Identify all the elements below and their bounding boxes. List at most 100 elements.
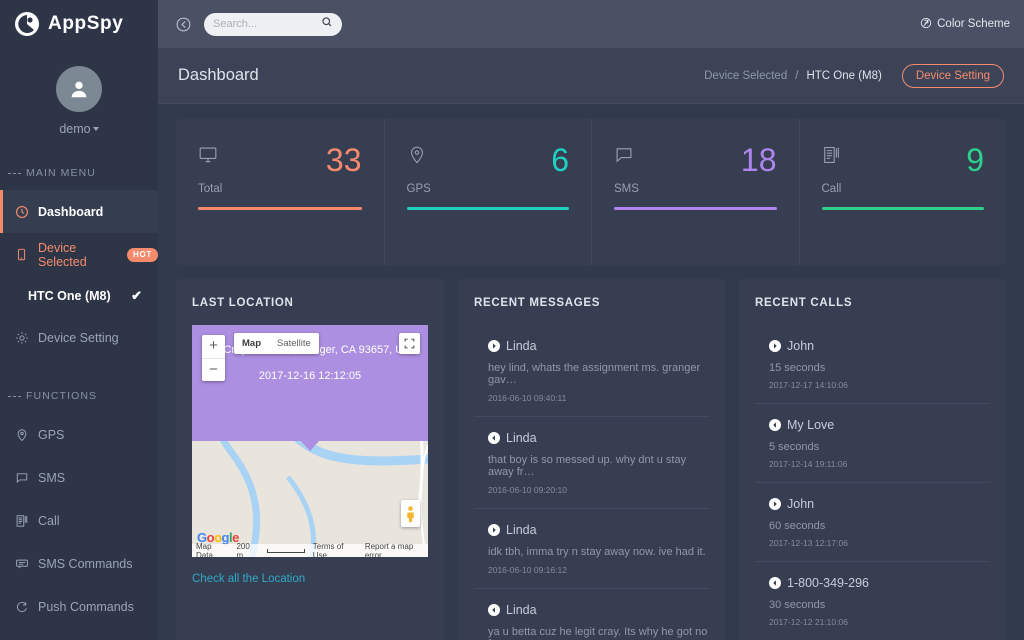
breadcrumb-current: HTC One (M8) xyxy=(806,70,881,82)
sidebar-item-push-commands[interactable]: Push Commands xyxy=(0,585,158,628)
call-row[interactable]: My Love 5 seconds 2017-12-14 19:11:06 xyxy=(755,404,990,483)
stat-gps-bar xyxy=(407,207,570,210)
call-contact: 1-800-349-296 xyxy=(787,576,869,590)
call-row[interactable]: John 15 seconds 2017-12-17 14:10:06 xyxy=(755,325,990,404)
message-row[interactable]: Linda idk tbh, imma try n stay away now.… xyxy=(474,509,709,589)
stat-sms: 18 SMS xyxy=(591,119,799,265)
map-type-map-button[interactable]: Map xyxy=(234,333,269,354)
map-scale-label: 200 m xyxy=(236,542,257,558)
map-canvas[interactable]: + − Map Satellite xyxy=(192,325,428,557)
chat-bubble-icon xyxy=(14,470,29,485)
arrow-outgoing-icon xyxy=(769,498,781,510)
topbar: Color Scheme xyxy=(158,0,1024,48)
arrow-incoming-icon xyxy=(769,577,781,589)
call-contact: John xyxy=(787,497,814,511)
message-text: hey lind, whats the assignment ms. grang… xyxy=(488,362,709,386)
sidebar-item-sms-label: SMS xyxy=(38,471,65,485)
appspy-logo-icon xyxy=(14,11,40,37)
color-scheme-button[interactable]: Color Scheme xyxy=(920,17,1010,32)
sidebar-item-gps[interactable]: GPS xyxy=(0,413,158,456)
main-region: Color Scheme Dashboard Device Selected /… xyxy=(158,0,1024,640)
map-report-link[interactable]: Report a map error xyxy=(365,542,428,558)
push-command-icon xyxy=(14,599,29,614)
collapse-left-icon[interactable] xyxy=(172,13,194,35)
street-view-pegman-icon[interactable] xyxy=(401,500,420,527)
map-terms-link[interactable]: Terms of Use xyxy=(313,542,357,558)
map-zoom-controls[interactable]: + − xyxy=(202,335,225,381)
arrow-incoming-icon xyxy=(488,604,500,616)
profile-name-dropdown[interactable]: demo xyxy=(0,122,158,136)
message-text: that boy is so messed up. why dnt u stay… xyxy=(488,454,709,478)
call-contact: John xyxy=(787,339,814,353)
sidebar-item-htc-one-m8[interactable]: HTC One (M8) ✔ xyxy=(0,276,158,316)
breadcrumb-separator: / xyxy=(795,70,798,82)
stat-call-bar xyxy=(822,207,985,210)
breadcrumb: Device Selected / HTC One (M8) Device Se… xyxy=(704,64,1004,88)
stat-gps-value: 6 xyxy=(551,145,569,175)
sidebar-item-gps-label: GPS xyxy=(38,428,64,442)
message-sender: Linda xyxy=(506,603,537,617)
panel-last-location-title: LAST LOCATION xyxy=(192,297,428,309)
sidebar-item-push-commands-label: Push Commands xyxy=(38,600,134,614)
sidebar-item-device-selected[interactable]: Device Selected HOT › xyxy=(0,233,158,276)
panel-recent-calls-title: RECENT CALLS xyxy=(755,297,990,309)
sidebar-item-sms[interactable]: SMS xyxy=(0,456,158,499)
message-row[interactable]: Linda hey lind, whats the assignment ms.… xyxy=(474,325,709,417)
search-box[interactable] xyxy=(204,13,342,36)
call-contact: My Love xyxy=(787,418,834,432)
fullscreen-icon[interactable] xyxy=(399,333,420,354)
check-icon: ✔ xyxy=(131,288,142,304)
sms-command-icon xyxy=(14,556,29,571)
message-row[interactable]: Linda that boy is so messed up. why dnt … xyxy=(474,417,709,509)
gear-icon xyxy=(14,330,29,345)
sidebar-item-device-setting-label: Device Setting xyxy=(38,331,119,345)
avatar[interactable] xyxy=(56,66,102,112)
stat-sms-label: SMS xyxy=(614,183,777,195)
brand[interactable]: AppSpy xyxy=(0,0,158,48)
panel-recent-messages: RECENT MESSAGES Linda hey lind, whats th… xyxy=(458,279,725,640)
stat-call-label: Call xyxy=(822,183,985,195)
sidebar-item-sms-commands-label: SMS Commands xyxy=(38,557,132,571)
sidebar-item-call[interactable]: Call xyxy=(0,499,158,542)
sidebar-item-sms-commands[interactable]: SMS Commands xyxy=(0,542,158,585)
sidebar-item-device-setting[interactable]: Device Setting xyxy=(0,316,158,359)
check-all-location-link[interactable]: Check all the Location xyxy=(192,573,305,585)
call-row[interactable]: John 60 seconds 2017-12-13 12:17:06 xyxy=(755,483,990,562)
map-type-switch[interactable]: Map Satellite xyxy=(234,333,319,354)
call-row[interactable]: 1-800-349-296 30 seconds 2017-12-12 21:1… xyxy=(755,562,990,640)
message-row[interactable]: Linda ya u betta cuz he legit cray. Its … xyxy=(474,589,709,640)
message-timestamp: 2016-06-10 09:16:12 xyxy=(488,565,709,575)
chevron-right-icon: › xyxy=(144,248,148,262)
stat-total: 33 Total xyxy=(176,119,384,265)
message-text: ya u betta cuz he legit cray. Its why he… xyxy=(488,626,709,640)
map-zoom-in-button[interactable]: + xyxy=(202,335,225,358)
sidebar: AppSpy demo MAIN MENU Dashboard xyxy=(0,0,158,640)
breadcrumb-parent[interactable]: Device Selected xyxy=(704,70,787,82)
message-timestamp: 2016-06-10 09:40:11 xyxy=(488,393,709,403)
device-setting-button[interactable]: Device Setting xyxy=(902,64,1004,88)
chevron-down-icon xyxy=(93,127,99,131)
map-zoom-out-button[interactable]: − xyxy=(202,358,225,381)
mobile-icon xyxy=(14,247,29,262)
stat-sms-bar xyxy=(614,207,777,210)
map-data-label: Map Data xyxy=(196,542,228,558)
call-duration: 60 seconds xyxy=(769,520,990,532)
stat-call: 9 Call xyxy=(799,119,1007,265)
call-timestamp: 2017-12-13 12:17:06 xyxy=(769,538,990,548)
arrow-incoming-icon xyxy=(769,419,781,431)
call-duration: 5 seconds xyxy=(769,441,990,453)
sidebar-section-main-menu: MAIN MENU xyxy=(0,166,158,180)
profile-block: demo xyxy=(0,48,158,136)
message-sender: Linda xyxy=(506,523,537,537)
sidebar-item-dashboard[interactable]: Dashboard xyxy=(0,190,158,233)
search-icon[interactable] xyxy=(321,15,333,33)
dashboard-content: 33 Total 6 GPS xyxy=(158,104,1024,640)
status-badge-hot: HOT xyxy=(127,248,158,262)
stat-call-value: 9 xyxy=(966,145,984,175)
sidebar-item-htc-one-m8-label: HTC One (M8) xyxy=(28,289,111,303)
call-timestamp: 2017-12-12 21:10:06 xyxy=(769,617,990,627)
sidebar-section-functions: FUNCTIONS xyxy=(0,389,158,403)
search-input[interactable] xyxy=(213,18,321,30)
map-scale-bar xyxy=(267,549,305,553)
map-type-satellite-button[interactable]: Satellite xyxy=(269,333,319,354)
